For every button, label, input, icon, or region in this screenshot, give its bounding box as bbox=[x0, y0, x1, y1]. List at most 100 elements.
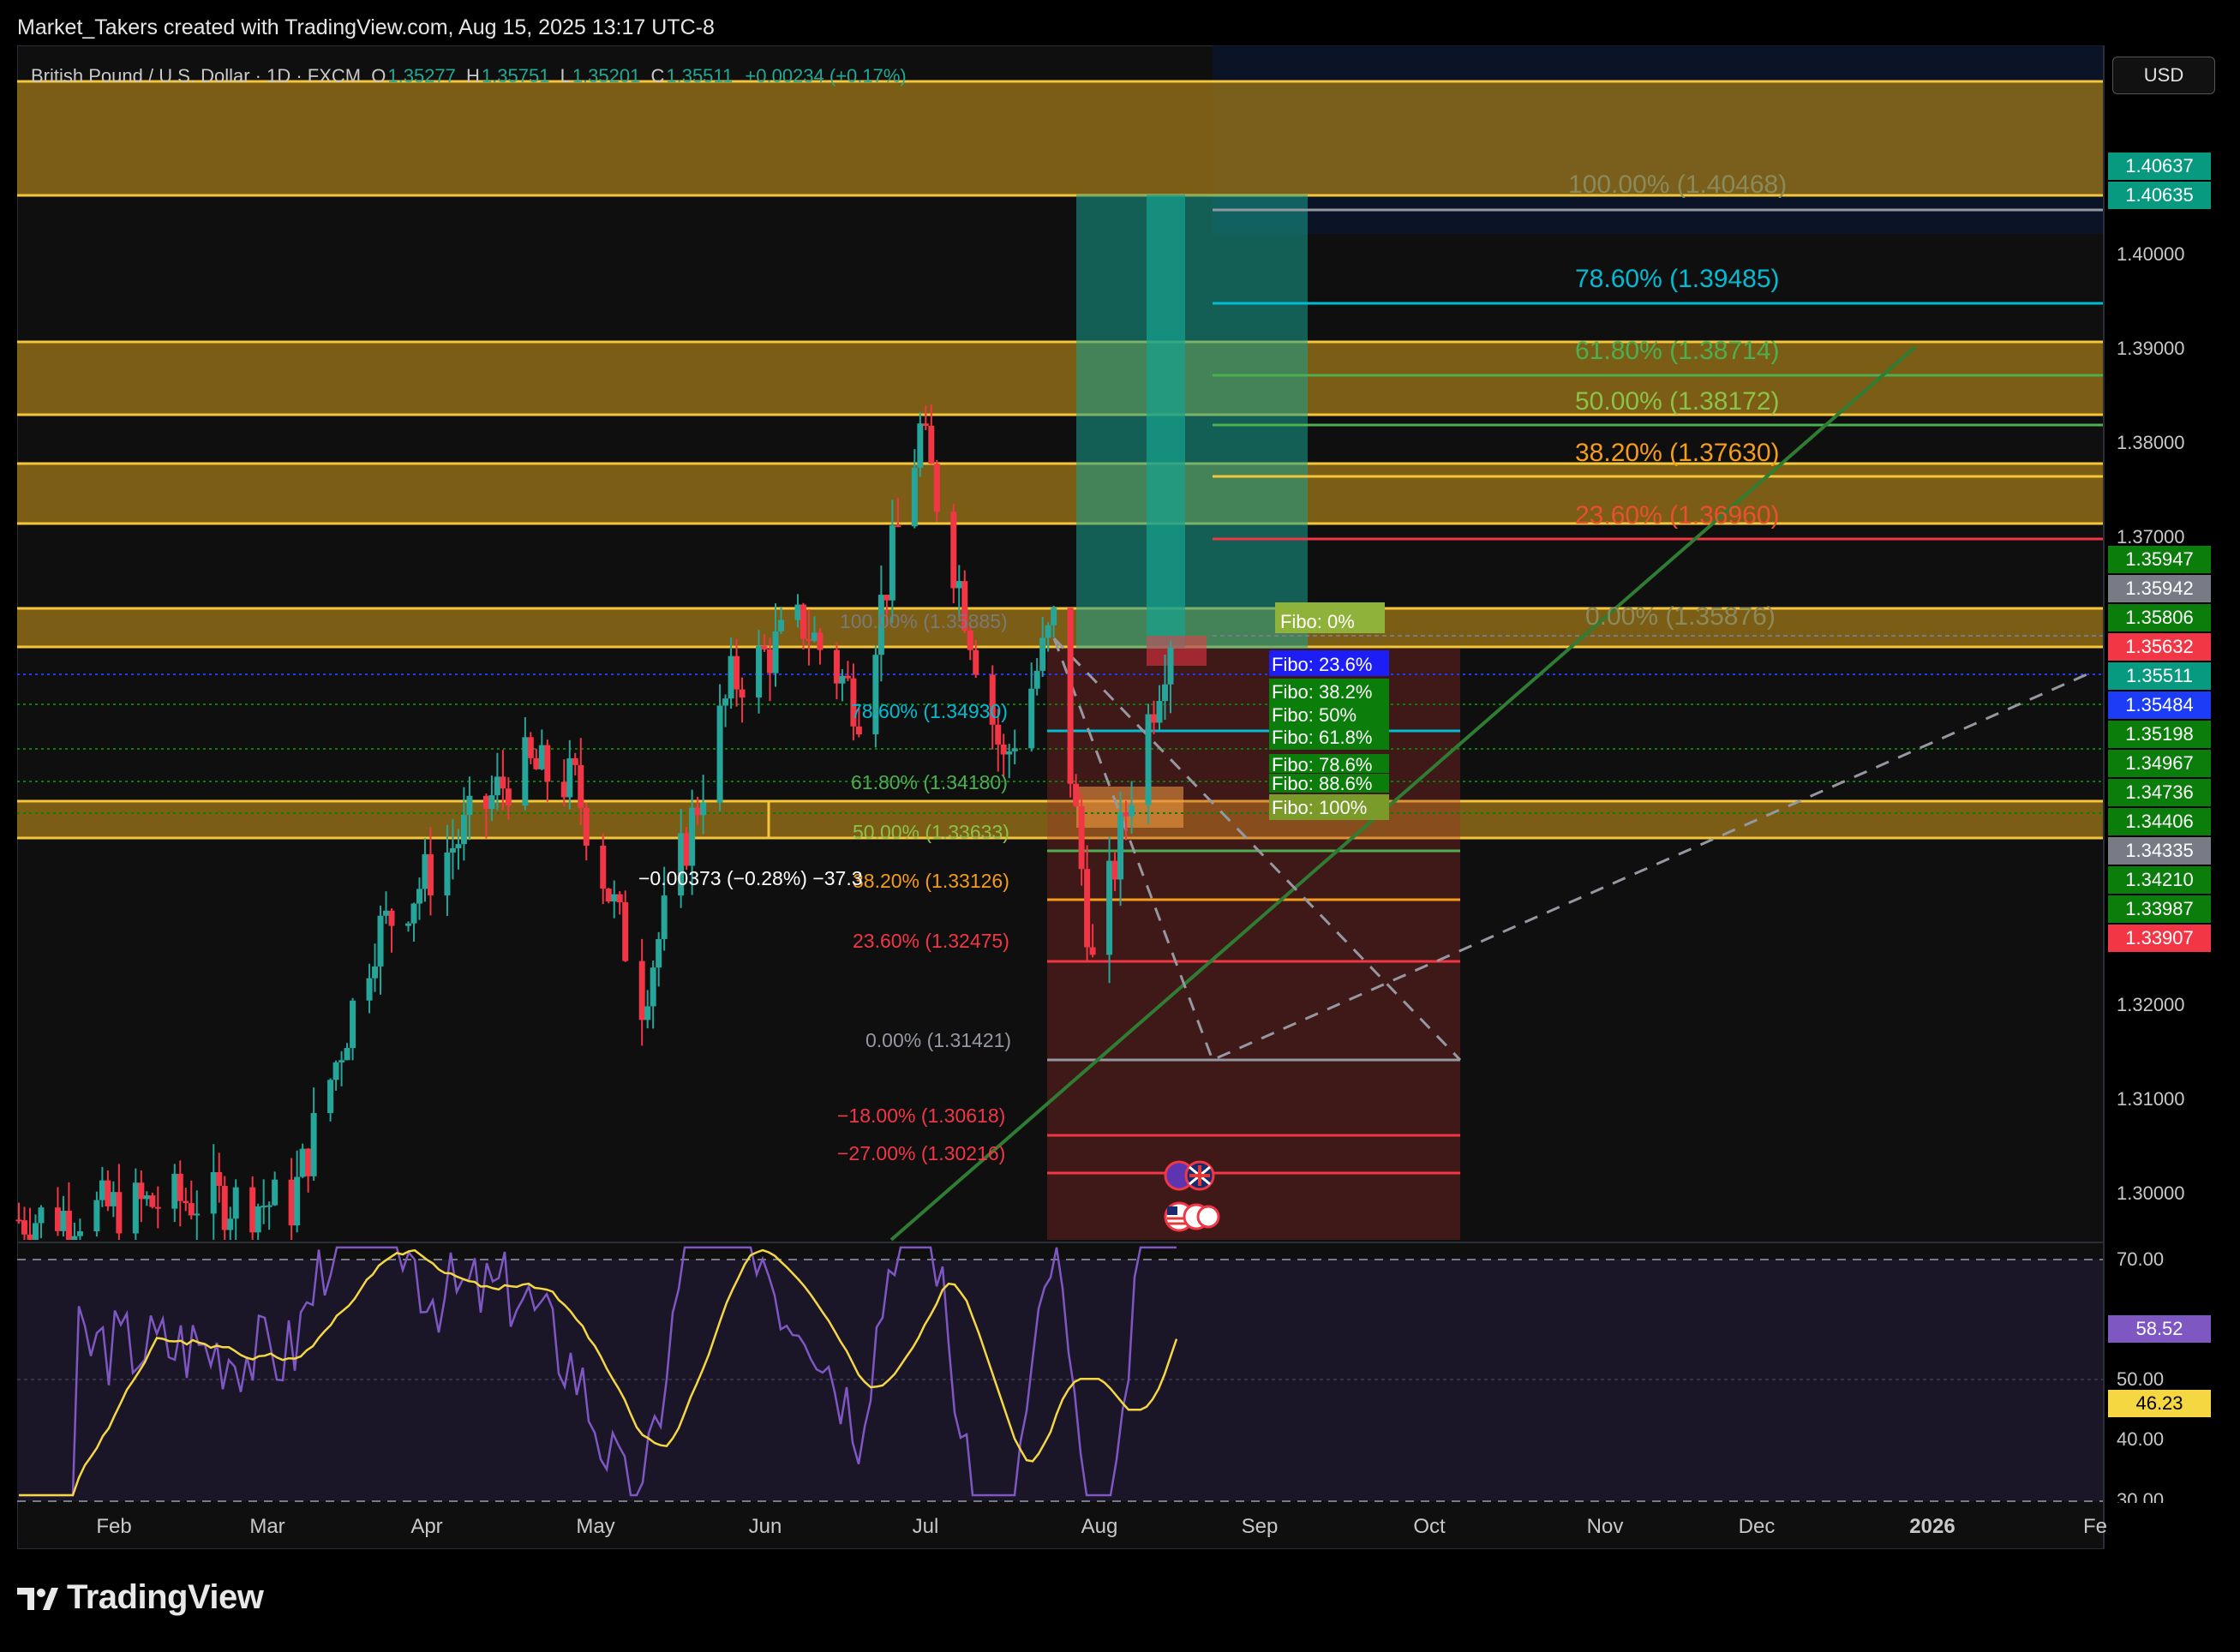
candle-body bbox=[578, 764, 584, 808]
candle-body bbox=[728, 655, 734, 699]
candle-body bbox=[922, 423, 929, 426]
fib-label: 38.20% (1.33126) bbox=[853, 870, 1009, 892]
tradingview-logo[interactable]: TradingView bbox=[17, 1578, 264, 1617]
fibo-box-label: Fibo: 23.6% bbox=[1272, 654, 1372, 675]
price-tag: 1.34210 bbox=[2108, 866, 2211, 894]
date-label: Feb bbox=[96, 1515, 132, 1538]
date-label: Dec bbox=[1738, 1515, 1776, 1538]
candle-body bbox=[644, 1006, 651, 1021]
candle-body bbox=[449, 847, 456, 853]
fib-label: 100.00% (1.35885) bbox=[840, 610, 1008, 632]
fib-label: 38.20% (1.37630) bbox=[1575, 439, 1780, 467]
price-tag: 1.35632 bbox=[2108, 633, 2211, 661]
candle-body bbox=[232, 1187, 239, 1219]
candle-body bbox=[1151, 714, 1158, 723]
date-label: Sep bbox=[1241, 1515, 1279, 1538]
candle-body bbox=[1011, 748, 1018, 751]
candle-body bbox=[1167, 648, 1174, 685]
fib-label: 0.00% (1.35876) bbox=[1585, 602, 1776, 631]
candle-body bbox=[739, 689, 746, 698]
candle-body bbox=[538, 745, 545, 769]
candle-body bbox=[76, 1231, 83, 1236]
candle-body bbox=[661, 895, 668, 939]
candle-body bbox=[416, 889, 422, 904]
candle-body bbox=[1000, 744, 1007, 755]
date-label: Apr bbox=[410, 1515, 443, 1538]
candle-body bbox=[500, 776, 506, 789]
price-tag: 1.34736 bbox=[2108, 779, 2211, 806]
date-label: Mar bbox=[249, 1515, 285, 1538]
fib-label: 23.60% (1.32475) bbox=[853, 930, 1009, 952]
fibo-box-label: Fibo: 0% bbox=[1280, 611, 1355, 632]
candle-body bbox=[973, 649, 979, 675]
fib-label: 50.00% (1.33633) bbox=[853, 821, 1009, 843]
candle-body bbox=[288, 1179, 295, 1226]
date-label: Aug bbox=[1081, 1515, 1118, 1538]
candle-body bbox=[700, 802, 707, 816]
candle-body bbox=[482, 795, 489, 810]
measure-label: −0.00373 (−0.28%) −37.3 bbox=[638, 867, 863, 889]
candle-body bbox=[21, 1220, 27, 1235]
candle-body bbox=[716, 705, 723, 803]
price-axis-label: 1.38000 bbox=[2117, 432, 2185, 453]
candle-body bbox=[460, 814, 467, 845]
candle-body bbox=[756, 645, 763, 698]
candle-body bbox=[533, 757, 540, 769]
candle-body bbox=[883, 595, 890, 601]
rsi-ma-tag: 46.23 bbox=[2108, 1390, 2211, 1417]
candle-body bbox=[622, 902, 629, 961]
candle-body bbox=[210, 1171, 217, 1214]
tradingview-logo-text: TradingView bbox=[67, 1578, 264, 1616]
candle-body bbox=[955, 581, 962, 589]
candle-body bbox=[544, 745, 551, 782]
high-label: H bbox=[466, 65, 480, 87]
candle-body bbox=[817, 632, 824, 650]
rsi-axis-label: 70.00 bbox=[2117, 1248, 2165, 1270]
candle-body bbox=[93, 1200, 100, 1232]
candle-body bbox=[933, 464, 940, 512]
candle-body bbox=[366, 978, 373, 1001]
candle-body bbox=[1051, 608, 1057, 625]
candle-body bbox=[800, 604, 806, 639]
candle-body bbox=[1084, 869, 1091, 948]
candle-body bbox=[611, 894, 618, 902]
price-tag: 1.35947 bbox=[2108, 546, 2211, 573]
low-value: 1.35201 bbox=[572, 65, 641, 87]
fib-label: 23.60% (1.36960) bbox=[1575, 501, 1780, 530]
candle-body bbox=[183, 1200, 189, 1204]
candle-body bbox=[1156, 701, 1163, 723]
price-axis-label: 1.31000 bbox=[2117, 1088, 2185, 1110]
fib-label: 78.60% (1.39485) bbox=[1575, 265, 1780, 293]
candle-body bbox=[132, 1182, 139, 1234]
candle-body bbox=[767, 649, 774, 673]
candle-body bbox=[332, 1062, 339, 1080]
candle-body bbox=[427, 853, 434, 895]
date-label: Jun bbox=[748, 1515, 782, 1538]
symbol-legend[interactable]: British Pound / U.S. Dollar · 1D · FXCM … bbox=[31, 65, 907, 87]
open-value: 1.35277 bbox=[387, 65, 456, 87]
candle-body bbox=[455, 844, 462, 848]
fib-label: −27.00% (1.30216) bbox=[837, 1142, 1005, 1164]
candle-body bbox=[895, 525, 901, 528]
candle-body bbox=[15, 1219, 22, 1222]
low-label: L bbox=[560, 65, 571, 87]
sr-zone bbox=[17, 608, 2104, 647]
candle-body bbox=[811, 632, 818, 641]
candle-body bbox=[950, 512, 957, 589]
fib-label: 50.00% (1.38172) bbox=[1575, 387, 1780, 416]
date-label: Nov bbox=[1586, 1515, 1624, 1538]
candle-body bbox=[656, 938, 662, 968]
candle-body bbox=[1117, 812, 1124, 880]
candle-body bbox=[372, 966, 379, 979]
candle-body bbox=[216, 1171, 223, 1186]
candle-body bbox=[522, 737, 529, 806]
candle-body bbox=[410, 903, 417, 924]
rsi-panel[interactable] bbox=[17, 1242, 2104, 1502]
fibo-box-label: Fibo: 100% bbox=[1272, 797, 1367, 818]
candle-body bbox=[171, 1173, 178, 1209]
sr-zone bbox=[17, 464, 2104, 524]
price-chart[interactable]: 100.00% (1.40468) 78.60% (1.39485) 61.80… bbox=[0, 0, 2240, 1652]
candle-body bbox=[583, 807, 590, 846]
sr-zone bbox=[17, 342, 2104, 415]
currency-button[interactable]: USD bbox=[2112, 57, 2215, 94]
